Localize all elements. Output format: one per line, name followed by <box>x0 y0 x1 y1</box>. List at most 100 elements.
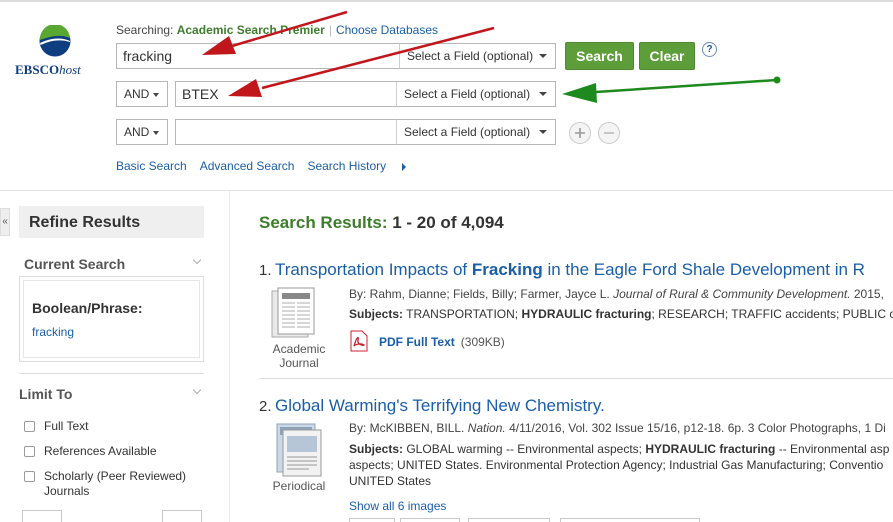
searching-line: Searching: Academic Search Premier | Choos… <box>116 23 438 37</box>
subjects-hit: HYDRAULIC fracturing <box>521 307 652 321</box>
minus-icon <box>604 132 614 134</box>
results-label: Search Results: <box>259 213 388 232</box>
search-history-label: Search History <box>307 159 387 173</box>
show-images-link[interactable]: Show all 6 images <box>349 499 446 513</box>
field-select-2[interactable]: Select a Field (optional) <box>396 81 556 107</box>
result-subjects-1: Subjects: TRANSPORTATION; HYDRAULIC frac… <box>349 306 893 322</box>
scholarly-label[interactable]: Scholarly (Peer Reviewed) Journals <box>44 469 204 499</box>
pdf-size: (309KB) <box>460 335 505 349</box>
result-subjects-2: Subjects: GLOBAL warming -- Environmenta… <box>349 441 889 457</box>
chevron-down-icon <box>539 130 547 134</box>
searching-prefix: Searching: <box>116 23 174 37</box>
title-hit: Fracking <box>471 260 543 279</box>
subjects-text: TRANSPORTATION; <box>403 307 522 321</box>
pdf-full-text-link[interactable]: PDF Full Text (309KB) <box>379 335 505 349</box>
search-term-input-2[interactable]: BTEX <box>175 81 401 107</box>
result-title-1[interactable]: Transportation Impacts of Fracking in th… <box>275 260 865 280</box>
basic-search-link[interactable]: Basic Search <box>116 159 187 173</box>
sidebar-divider <box>229 191 230 522</box>
subjects-text: GLOBAL warming -- Environmental aspects; <box>403 442 646 456</box>
result-meta-2: By: McKIBBEN, BILL. Nation. 4/11/2016, V… <box>349 420 886 436</box>
result-subjects-2-line2: aspects; UNITED States. Environmental Pr… <box>349 458 884 472</box>
field-select-label-2: Select a Field (optional) <box>404 87 531 101</box>
add-row-button[interactable] <box>569 122 591 144</box>
search-button[interactable]: Search <box>565 42 634 70</box>
ebsco-logo-text[interactable]: EBSCOhost <box>15 62 81 78</box>
result-title-2[interactable]: Global Warming's Terrifying New Chemistr… <box>275 396 605 416</box>
full-text-checkbox[interactable] <box>24 421 35 432</box>
separator: | <box>328 23 332 37</box>
collapse-sidebar-button[interactable]: « <box>0 208 10 236</box>
ebsco-logo-icon[interactable] <box>39 25 71 57</box>
subjects-hit: HYDRAULIC fracturing <box>645 442 776 456</box>
academic-journal-icon[interactable] <box>268 287 320 343</box>
boolean-term-link[interactable]: fracking <box>32 325 74 339</box>
remove-row-button[interactable] <box>598 122 620 144</box>
result-divider <box>259 378 893 379</box>
result-type-2: Periodical <box>272 479 326 493</box>
chevron-down-icon <box>539 92 547 96</box>
field-select-label-3: Select a Field (optional) <box>404 125 531 139</box>
boolean-select-label-2: AND <box>124 87 150 101</box>
plus-icon <box>575 128 585 138</box>
pub-details: 4/11/2016, Vol. 302 Issue 15/16, p12-18.… <box>505 421 886 435</box>
chevron-down-icon <box>153 131 159 135</box>
references-available-label[interactable]: References Available <box>44 444 157 459</box>
periodical-icon[interactable] <box>274 422 324 478</box>
scholarly-checkbox[interactable] <box>24 471 35 482</box>
result-number-2: 2. <box>259 398 272 415</box>
title-text: in the Eagle Ford Shale Development in R <box>542 260 865 279</box>
subjects-text: -- Environmental asp <box>775 442 890 456</box>
field-select-1[interactable]: Select a Field (optional) <box>399 43 556 69</box>
divider <box>19 373 204 374</box>
caret-right-icon <box>402 162 407 171</box>
result-action-button[interactable] <box>400 518 460 522</box>
date-to-field[interactable] <box>162 510 202 522</box>
field-select-3[interactable]: Select a Field (optional) <box>396 119 556 145</box>
search-history-link[interactable]: Search History <box>307 159 419 173</box>
search-mode-links: Basic Search Advanced Search Search Histor… <box>116 159 419 173</box>
search-term-input-3[interactable] <box>175 119 401 145</box>
logo-italic: host <box>59 62 81 77</box>
result-subjects-2-line3: UNITED States <box>349 474 432 488</box>
result-action-button[interactable] <box>468 518 550 522</box>
results-count: 1 - 20 of 4,094 <box>392 213 504 232</box>
result-type-1: Academic Journal <box>272 342 326 370</box>
subjects-label: Subjects: <box>349 442 404 456</box>
chevron-down-icon <box>539 54 547 58</box>
current-search-box <box>19 276 204 362</box>
journal: Nation. <box>467 421 506 435</box>
chevron-down-icon <box>153 93 159 97</box>
pdf-label: PDF Full Text <box>379 335 455 349</box>
result-meta-1: By: Rahm, Dianne; Fields, Billy; Farmer,… <box>349 286 884 302</box>
search-term-input-1[interactable]: fracking <box>116 43 401 69</box>
pub-details: 2015, <box>850 287 884 301</box>
boolean-phrase-label: Boolean/Phrase: <box>32 300 143 316</box>
refine-results-title: Refine Results <box>19 206 204 238</box>
boolean-select-label-3: AND <box>124 125 150 139</box>
subjects-label: Subjects: <box>349 307 404 321</box>
limit-to-title[interactable]: Limit To <box>19 386 72 402</box>
result-action-button[interactable] <box>560 518 700 522</box>
authors: By: Rahm, Dianne; Fields, Billy; Farmer,… <box>349 287 610 301</box>
pdf-icon[interactable] <box>349 330 369 352</box>
choose-databases-link[interactable]: Choose Databases <box>336 23 438 37</box>
help-icon[interactable]: ? <box>702 42 717 57</box>
references-available-checkbox[interactable] <box>24 446 35 457</box>
full-text-label[interactable]: Full Text <box>44 419 88 434</box>
date-from-field[interactable] <box>22 510 62 522</box>
boolean-select-2[interactable]: AND <box>116 81 168 107</box>
chevron-down-icon[interactable] <box>192 255 202 265</box>
journal: Journal of Rural & Community Development… <box>613 287 851 301</box>
boolean-select-3[interactable]: AND <box>116 119 168 145</box>
result-action-button[interactable] <box>349 518 395 522</box>
current-search-title[interactable]: Current Search <box>24 256 125 272</box>
clear-button[interactable]: Clear <box>639 42 695 70</box>
logo-bold: EBSCO <box>15 62 60 77</box>
advanced-search-link[interactable]: Advanced Search <box>200 159 295 173</box>
authors: By: McKIBBEN, BILL. <box>349 421 465 435</box>
title-text: Transportation Impacts of <box>275 260 472 279</box>
result-number-1: 1. <box>259 262 272 279</box>
chevron-down-icon[interactable] <box>192 385 202 395</box>
results-header: Search Results: 1 - 20 of 4,094 <box>259 213 504 233</box>
